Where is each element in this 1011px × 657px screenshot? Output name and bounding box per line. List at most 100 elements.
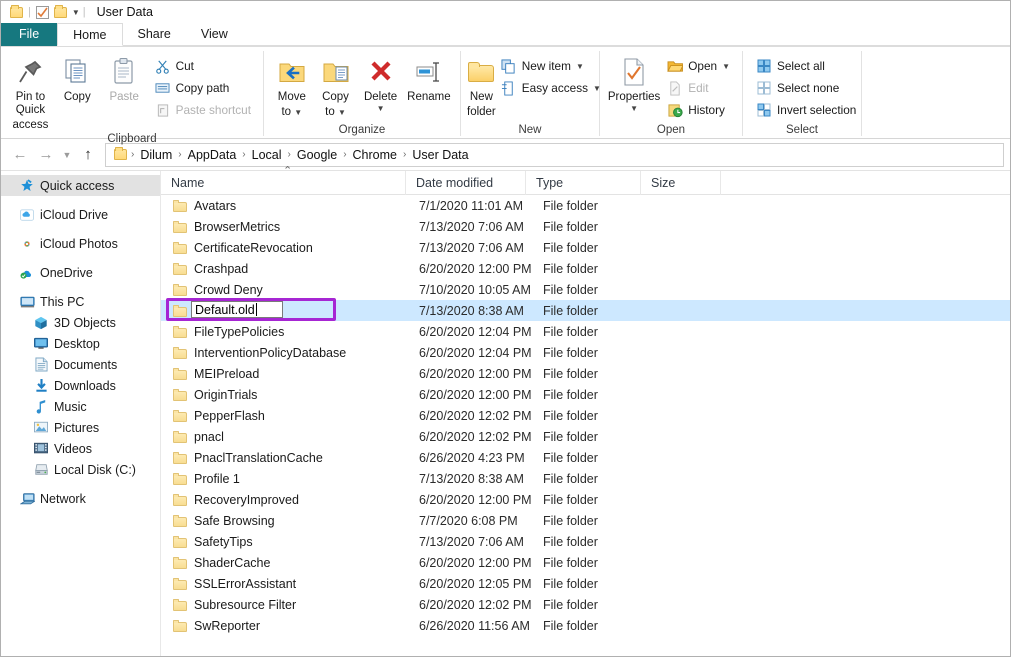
- table-row[interactable]: Safe Browsing7/7/2020 6:08 PMFile folder: [161, 510, 1010, 531]
- type-cell: File folder: [543, 199, 663, 213]
- cut-button[interactable]: Cut: [152, 55, 257, 77]
- tab-home[interactable]: Home: [57, 23, 122, 46]
- file-name-cell: InterventionPolicyDatabase: [161, 346, 416, 360]
- table-row[interactable]: Default.old7/13/2020 8:38 AMFile folder: [161, 300, 1010, 321]
- new-folder-icon[interactable]: [52, 4, 70, 20]
- select-all-button[interactable]: Select all: [753, 55, 862, 77]
- easy-access-button[interactable]: Easy access ▼: [498, 77, 607, 99]
- table-row[interactable]: ShaderCache6/20/2020 12:00 PMFile folder: [161, 552, 1010, 573]
- select-none-button[interactable]: Select none: [753, 77, 862, 99]
- folder-icon: [171, 326, 189, 338]
- chevron-down-icon-7: ▼: [722, 62, 730, 71]
- column-header-name[interactable]: ⌃ Name: [161, 171, 406, 195]
- invert-selection-button[interactable]: Invert selection: [753, 99, 862, 121]
- column-header-date-modified[interactable]: Date modified: [406, 171, 526, 195]
- sidebar-gap: [1, 480, 160, 488]
- breadcrumb-item-chrome[interactable]: Chrome: [348, 148, 402, 162]
- pin-to-quick-access-button[interactable]: Pin to Quick access: [7, 51, 54, 133]
- folder-icon[interactable]: [7, 4, 25, 20]
- tab-share[interactable]: Share: [123, 23, 186, 46]
- sidebar-item-documents[interactable]: Documents: [1, 354, 160, 375]
- sidebar-item-label: Local Disk (C:): [54, 463, 136, 477]
- properties-icon: [621, 55, 647, 89]
- table-row[interactable]: Subresource Filter6/20/2020 12:02 PMFile…: [161, 594, 1010, 615]
- table-row[interactable]: Avatars7/1/2020 11:01 AMFile folder: [161, 195, 1010, 216]
- sidebar-item-icloud-drive[interactable]: iCloud Drive: [1, 204, 160, 225]
- file-name-label: Profile 1: [194, 472, 240, 486]
- sidebar-item-network[interactable]: Network: [1, 488, 160, 509]
- file-name-cell: Profile 1: [161, 472, 416, 486]
- sidebar-item-icloud-photos[interactable]: iCloud Photos: [1, 233, 160, 254]
- documents-icon: [31, 357, 51, 372]
- copy-button[interactable]: Copy: [54, 51, 101, 104]
- breadcrumb-item-local[interactable]: Local: [247, 148, 287, 162]
- table-row[interactable]: FileTypePolicies6/20/2020 12:04 PMFile f…: [161, 321, 1010, 342]
- sidebar-gap: [1, 254, 160, 262]
- edit-button[interactable]: Edit: [664, 77, 736, 99]
- type-cell: File folder: [543, 535, 663, 549]
- rename-textbox[interactable]: Default.old: [191, 301, 283, 318]
- tab-file[interactable]: File: [1, 23, 57, 46]
- table-row[interactable]: SafetyTips7/13/2020 7:06 AMFile folder: [161, 531, 1010, 552]
- copy-path-button[interactable]: Copy path: [152, 77, 257, 99]
- breadcrumb-item-dilum[interactable]: Dilum: [135, 148, 177, 162]
- sidebar-item-videos[interactable]: Videos: [1, 438, 160, 459]
- breadcrumb-item-google[interactable]: Google: [292, 148, 342, 162]
- breadcrumb-item-appdata[interactable]: AppData: [183, 148, 242, 162]
- breadcrumb[interactable]: › Dilum › AppData › Local › Google › Chr…: [105, 143, 1004, 167]
- sidebar-item-desktop[interactable]: Desktop: [1, 333, 160, 354]
- sidebar-item-onedrive[interactable]: OneDrive: [1, 262, 160, 283]
- table-row[interactable]: pnacl6/20/2020 12:02 PMFile folder: [161, 426, 1010, 447]
- paste-button[interactable]: Paste: [101, 51, 148, 104]
- move-to-button[interactable]: Move to ▼: [270, 51, 314, 119]
- table-row[interactable]: SSLErrorAssistant6/20/2020 12:05 PMFile …: [161, 573, 1010, 594]
- delete-button[interactable]: Delete ▼: [357, 51, 403, 113]
- paste-icon: [110, 55, 138, 89]
- table-row[interactable]: InterventionPolicyDatabase6/20/2020 12:0…: [161, 342, 1010, 363]
- copy-to-button[interactable]: Copy to ▼: [314, 51, 358, 119]
- rename-button[interactable]: Rename: [404, 51, 454, 104]
- ribbon-group-open: Properties ▼ Open ▼: [600, 47, 742, 138]
- table-row[interactable]: Crashpad6/20/2020 12:00 PMFile folder: [161, 258, 1010, 279]
- table-row[interactable]: RecoveryImproved6/20/2020 12:00 PMFile f…: [161, 489, 1010, 510]
- table-row[interactable]: Crowd Deny7/10/2020 10:05 AMFile folder: [161, 279, 1010, 300]
- up-arrow-icon[interactable]: ↑: [75, 143, 101, 167]
- customize-caret-icon[interactable]: ▼: [72, 8, 80, 17]
- table-row[interactable]: CertificateRevocation7/13/2020 7:06 AMFi…: [161, 237, 1010, 258]
- paste-shortcut-button[interactable]: Paste shortcut: [152, 99, 257, 121]
- file-name-label: RecoveryImproved: [194, 493, 299, 507]
- sidebar-item-this-pc[interactable]: This PC: [1, 291, 160, 312]
- table-row[interactable]: BrowserMetrics7/13/2020 7:06 AMFile fold…: [161, 216, 1010, 237]
- back-arrow-icon[interactable]: ←: [7, 143, 33, 167]
- sidebar-item-quick-access[interactable]: Quick access: [1, 175, 160, 196]
- table-row[interactable]: PnaclTranslationCache6/26/2020 4:23 PMFi…: [161, 447, 1010, 468]
- pin-label-line2: access: [13, 119, 49, 132]
- table-row[interactable]: SwReporter6/26/2020 11:56 AMFile folder: [161, 615, 1010, 636]
- column-header-size[interactable]: Size: [641, 171, 721, 195]
- forward-arrow-icon[interactable]: →: [33, 143, 59, 167]
- table-row[interactable]: Profile 17/13/2020 8:38 AMFile folder: [161, 468, 1010, 489]
- column-header-type[interactable]: Type: [526, 171, 641, 195]
- ribbon-group-new: New folder New item ▼: [461, 47, 599, 138]
- sidebar-item-music[interactable]: Music: [1, 396, 160, 417]
- tab-view[interactable]: View: [186, 23, 243, 46]
- sidebar-item-pictures[interactable]: Pictures: [1, 417, 160, 438]
- file-name-label: SwReporter: [194, 619, 260, 633]
- history-button[interactable]: History: [664, 99, 736, 121]
- properties-checkbox-icon[interactable]: [34, 4, 52, 20]
- window-title: User Data: [97, 5, 153, 19]
- breadcrumb-item-user-data[interactable]: User Data: [407, 148, 473, 162]
- table-row[interactable]: OriginTrials6/20/2020 12:00 PMFile folde…: [161, 384, 1010, 405]
- table-row[interactable]: PepperFlash6/20/2020 12:02 PMFile folder: [161, 405, 1010, 426]
- folder-icon: [171, 515, 189, 527]
- sidebar-item-local-disk-c[interactable]: Local Disk (C:): [1, 459, 160, 480]
- open-button[interactable]: Open ▼: [664, 55, 736, 77]
- recent-locations-caret-icon[interactable]: ▼: [59, 143, 75, 167]
- table-row[interactable]: MEIPreload6/20/2020 12:00 PMFile folder: [161, 363, 1010, 384]
- file-name-cell: RecoveryImproved: [161, 493, 416, 507]
- new-item-button[interactable]: New item ▼: [498, 55, 607, 77]
- new-folder-button[interactable]: New folder: [467, 51, 496, 119]
- sidebar-item-downloads[interactable]: Downloads: [1, 375, 160, 396]
- properties-button[interactable]: Properties ▼: [606, 51, 662, 113]
- sidebar-item-3d-objects[interactable]: 3D Objects: [1, 312, 160, 333]
